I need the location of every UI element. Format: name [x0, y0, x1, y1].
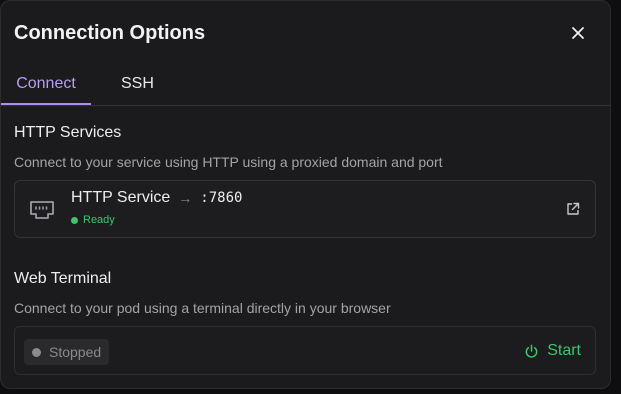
web-terminal-heading: Web Terminal: [14, 270, 112, 287]
connection-options-dialog: Connection Options Connect SSH HTTP Serv…: [0, 0, 611, 389]
status-dot-icon: [32, 347, 41, 357]
status-dot-icon: [71, 216, 78, 224]
service-status-label: Ready: [83, 214, 115, 226]
ethernet-port-icon: [30, 201, 54, 219]
http-services-heading: HTTP Services: [14, 124, 122, 141]
service-port: :7860: [200, 190, 243, 206]
arrow-right-icon: →: [178, 190, 193, 206]
start-button-label: Start: [547, 342, 581, 359]
tab-connect-label: Connect: [16, 75, 76, 92]
close-button[interactable]: [566, 21, 590, 45]
web-terminal-card: Stopped Start: [14, 326, 596, 375]
tab-ssh[interactable]: SSH: [121, 63, 154, 105]
tab-bar: Connect SSH: [1, 63, 610, 106]
close-icon: [572, 27, 584, 39]
tab-ssh-label: SSH: [121, 75, 154, 92]
status-badge: Stopped: [24, 339, 110, 365]
external-link-icon[interactable]: [565, 201, 581, 217]
power-icon: [525, 344, 538, 358]
http-services-description: Connect to your service using HTTP using…: [14, 154, 443, 170]
tab-connect[interactable]: Connect: [1, 63, 91, 105]
dialog-title: Connection Options: [14, 22, 206, 44]
start-button[interactable]: Start: [524, 337, 581, 365]
service-name: HTTP Service: [71, 189, 171, 206]
http-service-card[interactable]: HTTP Service → :7860 Ready: [14, 180, 596, 238]
service-status: Ready: [71, 214, 115, 226]
web-terminal-description: Connect to your pod using a terminal dir…: [14, 300, 391, 316]
http-service-title: HTTP Service → :7860: [71, 189, 242, 207]
dialog-header: Connection Options: [14, 19, 590, 47]
terminal-status-label: Stopped: [49, 344, 102, 360]
